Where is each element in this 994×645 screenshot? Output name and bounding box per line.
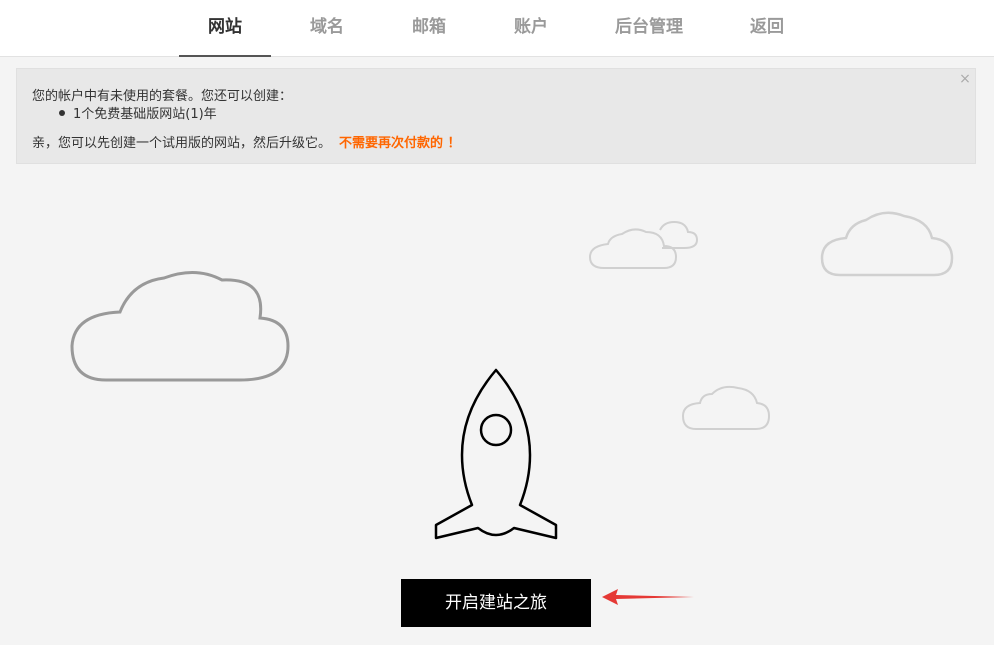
tab-website[interactable]: 网站 [179, 0, 271, 57]
notice-highlight: 不需要再次付款的 ！ [339, 136, 461, 151]
red-arrow-icon [602, 589, 694, 605]
notice-trial-label: 亲，您可以先创建一个试用版的网站，然后升级它。 [32, 136, 332, 151]
notice-package-label: 1个免费基础版网站(1)年 [73, 107, 217, 122]
close-icon[interactable]: × [959, 71, 971, 87]
tab-admin[interactable]: 后台管理 [605, 0, 693, 57]
cloud-icon [659, 220, 699, 249]
tab-back[interactable]: 返回 [735, 0, 799, 57]
notice-package-item: 1个免费基础版网站(1)年 [59, 103, 217, 122]
top-nav: 网站 域名 邮箱 账户 后台管理 返回 [0, 0, 994, 57]
cloud-icon [588, 228, 678, 269]
cloud-icon [820, 211, 954, 277]
cloud-icon [70, 271, 290, 382]
rocket-icon [434, 368, 558, 540]
notice-panel: × 您的帐户中有未使用的套餐。您还可以创建： 1个免费基础版网站(1)年 亲，您… [16, 68, 976, 164]
start-building-button[interactable]: 开启建站之旅 [401, 579, 591, 627]
tab-domain[interactable]: 域名 [295, 0, 359, 57]
cloud-icon [681, 385, 771, 430]
tab-email[interactable]: 邮箱 [397, 0, 461, 57]
tab-account[interactable]: 账户 [499, 0, 563, 57]
notice-text: 您的帐户中有未使用的套餐。您还可以创建： [32, 89, 293, 104]
notice-trial-text: 亲，您可以先创建一个试用版的网站，然后升级它。 不需要再次付款的 ！ [32, 132, 461, 151]
bullet-dot-icon [59, 109, 65, 116]
